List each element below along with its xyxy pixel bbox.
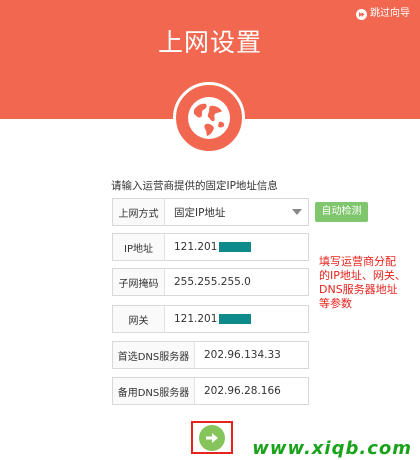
arrow-right-icon (206, 432, 218, 443)
primary-dns-field[interactable]: 首选DNS服务器 202.96.134.33 (112, 341, 309, 369)
secondary-dns-input[interactable]: 202.96.28.166 (195, 378, 308, 404)
connection-type-label: 上网方式 (113, 199, 165, 225)
skip-icon (356, 8, 367, 20)
connection-type-select[interactable]: 上网方式 固定IP地址 (112, 198, 309, 226)
primary-dns-input[interactable]: 202.96.134.33 (195, 342, 308, 368)
subnet-mask-label: 子网掩码 (113, 269, 165, 295)
redaction-mark (219, 314, 252, 324)
connection-type-value[interactable]: 固定IP地址 (165, 199, 308, 225)
gateway-label: 网关 (113, 306, 165, 332)
auto-detect-button[interactable]: 自动检测 (315, 202, 368, 222)
form-subtitle: 请输入运营商提供的固定IP地址信息 (111, 180, 278, 192)
chevron-down-icon[interactable] (292, 209, 302, 215)
globe-icon (173, 82, 245, 154)
next-button-highlight (191, 421, 233, 454)
secondary-dns-label: 备用DNS服务器 (113, 378, 195, 404)
skip-wizard-label[interactable]: 跳过向导 (370, 7, 410, 21)
ip-address-field[interactable]: IP地址 121.201 (112, 233, 309, 261)
ip-address-value: 121.201 (174, 241, 218, 253)
annotation-line: 的IP地址、网关、 (319, 269, 406, 282)
watermark: www.xiqb.com (252, 438, 412, 459)
annotation-line: 等参数 (319, 297, 352, 310)
skip-wizard-link[interactable]: 跳过向导 (356, 7, 410, 21)
redaction-mark (219, 242, 252, 252)
gateway-field[interactable]: 网关 121.201 (112, 305, 309, 333)
connection-type-selected: 固定IP地址 (174, 206, 226, 219)
subnet-mask-field[interactable]: 子网掩码 255.255.255.0 (112, 268, 309, 296)
annotation-line: DNS服务器地址 (319, 283, 398, 296)
gateway-value: 121.201 (174, 313, 218, 325)
ip-address-label: IP地址 (113, 234, 165, 260)
primary-dns-label: 首选DNS服务器 (113, 342, 195, 368)
page-title: 上网设置 (157, 28, 262, 57)
subnet-mask-input[interactable]: 255.255.255.0 (165, 269, 308, 295)
annotation-line: 填写运营商分配 (319, 255, 396, 268)
gateway-input[interactable]: 121.201 (165, 306, 308, 332)
secondary-dns-field[interactable]: 备用DNS服务器 202.96.28.166 (112, 377, 309, 405)
ip-address-input[interactable]: 121.201 (165, 234, 308, 260)
annotation-note: 填写运营商分配 的IP地址、网关、 DNS服务器地址 等参数 (319, 255, 415, 311)
next-button[interactable] (199, 424, 225, 451)
